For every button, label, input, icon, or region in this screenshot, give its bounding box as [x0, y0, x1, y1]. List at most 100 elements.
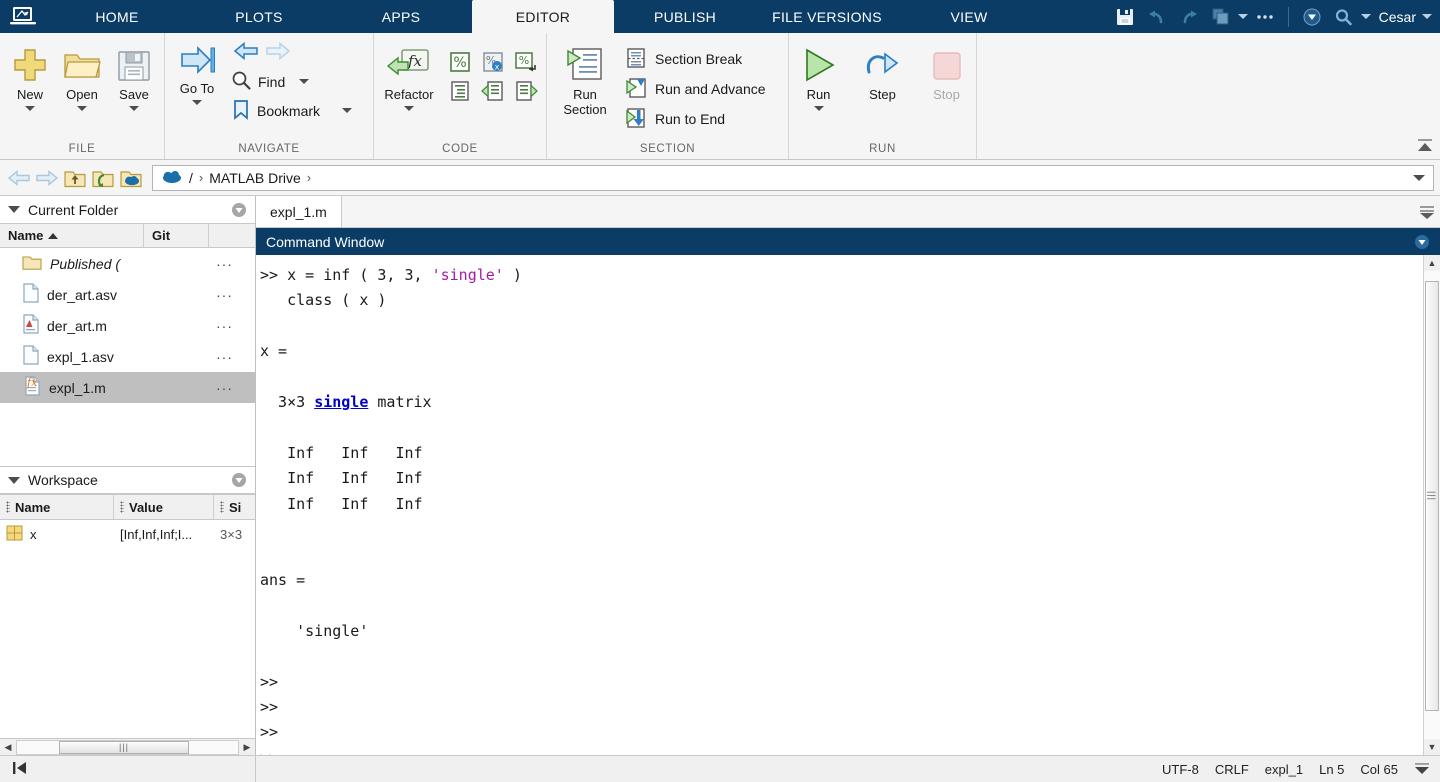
- file-row-der-art-asv[interactable]: der_art.asv ···: [0, 279, 255, 310]
- browse-folder-icon[interactable]: [90, 165, 116, 191]
- tab-file-versions[interactable]: FILE VERSIONS: [756, 0, 898, 33]
- tab-view[interactable]: VIEW: [898, 0, 1040, 33]
- undo-icon[interactable]: [1142, 0, 1172, 33]
- ribbon-collapse-icon[interactable]: [1416, 137, 1434, 155]
- matlab-logo-icon[interactable]: [0, 0, 46, 33]
- breadcrumb[interactable]: / › MATLAB Drive ›: [152, 164, 1434, 191]
- file-row-menu-icon[interactable]: ···: [216, 349, 233, 365]
- new-button[interactable]: New: [4, 39, 56, 111]
- bookmark-button[interactable]: Bookmark: [225, 96, 356, 125]
- scroll-thumb[interactable]: |||: [59, 740, 189, 754]
- up-folder-icon[interactable]: [62, 165, 88, 191]
- workspace-column-size[interactable]: Si: [214, 495, 255, 519]
- wrap-comment-icon[interactable]: %: [512, 49, 540, 75]
- scroll-track[interactable]: |||: [16, 739, 239, 755]
- uncomment-icon[interactable]: % x: [479, 49, 507, 75]
- tab-apps[interactable]: APPS: [330, 0, 472, 33]
- breadcrumb-matlab-drive[interactable]: MATLAB Drive: [209, 170, 301, 186]
- save-icon[interactable]: [1110, 0, 1140, 33]
- save-button[interactable]: Save: [108, 39, 160, 111]
- bookmark-caret-icon[interactable]: [342, 108, 353, 113]
- go-to-button[interactable]: Go To: [169, 33, 225, 105]
- overflow-icon[interactable]: [1250, 0, 1280, 33]
- open-button[interactable]: Open: [56, 39, 108, 111]
- stop-button[interactable]: Stop: [922, 39, 972, 102]
- user-menu-caret-icon[interactable]: [1422, 14, 1432, 19]
- command-window-vertical-scrollbar[interactable]: ▲ ||| ▼: [1423, 255, 1440, 755]
- file-row-menu-icon[interactable]: ···: [216, 318, 233, 334]
- current-folder-menu-icon[interactable]: [231, 202, 247, 218]
- back-arrow-icon[interactable]: [233, 40, 259, 65]
- breadcrumb-dropdown-caret-icon[interactable]: [1413, 174, 1425, 181]
- column-grip-icon[interactable]: [220, 501, 224, 513]
- run-section-button[interactable]: Run Section: [551, 39, 619, 117]
- workspace-column-name[interactable]: Name: [0, 495, 114, 519]
- command-window-menu-icon[interactable]: [1414, 234, 1430, 250]
- find-button[interactable]: Find: [225, 67, 356, 96]
- scroll-thumb[interactable]: |||: [1425, 281, 1439, 711]
- workspace-horizontal-scrollbar[interactable]: ◀ ||| ▶: [0, 738, 255, 755]
- file-row-published[interactable]: Published ( ···: [0, 248, 255, 279]
- step-button[interactable]: Step: [858, 39, 908, 102]
- workspace-variable-list[interactable]: x [Inf,Inf,Inf;I... 3×3: [0, 520, 255, 738]
- status-line-number[interactable]: Ln 5: [1319, 762, 1344, 777]
- search-icon[interactable]: [1329, 0, 1359, 33]
- file-row-menu-icon[interactable]: ···: [216, 287, 233, 303]
- layout-caret-icon[interactable]: [1237, 14, 1248, 19]
- column-grip-icon[interactable]: [120, 501, 124, 513]
- file-row-der-art-m[interactable]: der_art.m ···: [0, 310, 255, 341]
- layout-icon[interactable]: [1206, 0, 1236, 33]
- open-button-caret-icon[interactable]: [77, 106, 87, 111]
- status-file-name[interactable]: expl_1: [1265, 762, 1303, 777]
- column-grip-icon[interactable]: [6, 501, 10, 513]
- workspace-menu-icon[interactable]: [231, 472, 247, 488]
- status-line-ending[interactable]: CRLF: [1215, 762, 1249, 777]
- tab-editor[interactable]: EDITOR: [472, 0, 614, 33]
- user-menu-label[interactable]: Cesar: [1373, 9, 1420, 25]
- current-folder-collapse-icon[interactable]: [8, 206, 20, 213]
- redo-icon[interactable]: [1174, 0, 1204, 33]
- command-window-output[interactable]: >> x = inf ( 3, 3, 'single' ) class ( x …: [256, 255, 1423, 755]
- editor-collapse-icon[interactable]: [1414, 196, 1440, 227]
- file-row-expl-1-asv[interactable]: expl_1.asv ···: [0, 341, 255, 372]
- help-icon[interactable]: [1297, 0, 1327, 33]
- workspace-row-x[interactable]: x [Inf,Inf,Inf;I... 3×3: [0, 520, 255, 548]
- scroll-up-arrow-icon[interactable]: ▲: [1424, 255, 1440, 271]
- tab-plots[interactable]: PLOTS: [188, 0, 330, 33]
- decrease-indent-icon[interactable]: [512, 78, 540, 104]
- status-column-number[interactable]: Col 65: [1360, 762, 1398, 777]
- run-to-end-button[interactable]: Run to End: [625, 105, 776, 133]
- forward-arrow-icon[interactable]: [34, 165, 60, 191]
- run-and-advance-button[interactable]: Run and Advance: [625, 75, 776, 103]
- find-caret-icon[interactable]: [299, 79, 310, 84]
- scroll-track[interactable]: |||: [1424, 271, 1440, 739]
- file-row-menu-icon[interactable]: ···: [216, 380, 233, 396]
- run-button[interactable]: Run: [794, 39, 844, 111]
- search-caret-icon[interactable]: [1360, 14, 1371, 19]
- smart-indent-icon[interactable]: [446, 78, 474, 104]
- save-button-caret-icon[interactable]: [129, 106, 139, 111]
- go-to-start-icon[interactable]: [10, 759, 30, 780]
- breadcrumb-root[interactable]: /: [189, 170, 193, 186]
- new-button-caret-icon[interactable]: [25, 106, 35, 111]
- tab-home[interactable]: HOME: [46, 0, 188, 33]
- current-folder-file-list[interactable]: Published ( ··· der_art.asv ··· der_art.…: [0, 248, 255, 466]
- go-to-caret-icon[interactable]: [192, 100, 202, 105]
- comment-icon[interactable]: %: [446, 49, 474, 75]
- file-row-expl-1-m[interactable]: fx expl_1.m ···: [0, 372, 255, 403]
- statusbar-collapse-icon[interactable]: [1414, 761, 1430, 777]
- status-encoding[interactable]: UTF-8: [1162, 762, 1199, 777]
- column-header-git[interactable]: Git: [144, 224, 209, 247]
- file-row-menu-icon[interactable]: ···: [216, 256, 233, 272]
- workspace-column-value[interactable]: Value: [114, 495, 214, 519]
- column-header-extra[interactable]: [209, 224, 255, 247]
- refactor-caret-icon[interactable]: [404, 106, 414, 111]
- editor-tab-expl-1-m[interactable]: expl_1.m: [256, 196, 342, 227]
- scroll-right-arrow-icon[interactable]: ▶: [239, 742, 255, 753]
- tab-publish[interactable]: PUBLISH: [614, 0, 756, 33]
- workspace-collapse-icon[interactable]: [8, 476, 20, 484]
- back-arrow-icon[interactable]: [6, 165, 32, 191]
- increase-indent-icon[interactable]: [479, 78, 507, 104]
- class-link[interactable]: single: [314, 393, 368, 411]
- refactor-button[interactable]: fx Refactor: [378, 39, 440, 111]
